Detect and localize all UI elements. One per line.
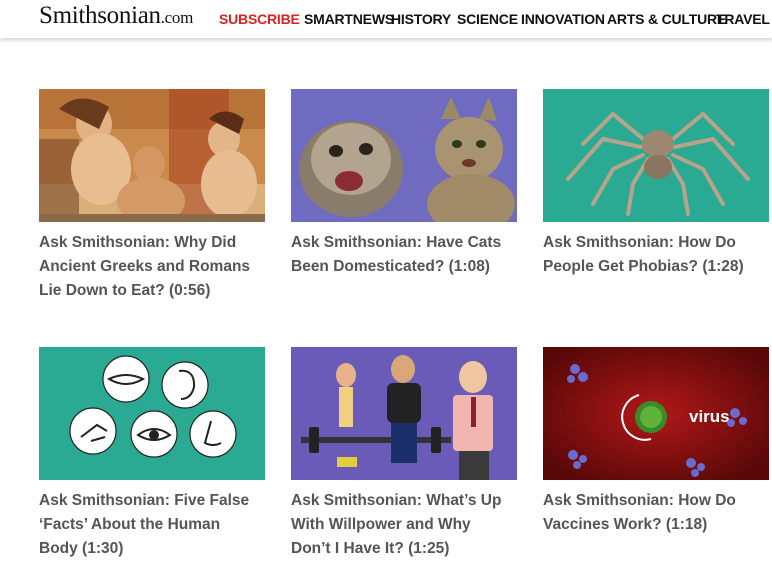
video-title[interactable]: Ask Smithsonian: Have Cats Been Domestic… (291, 231, 521, 279)
video-title[interactable]: Ask Smithsonian: How Do Vaccines Work? (… (543, 489, 772, 537)
nav-science[interactable]: SCIENCE (457, 11, 518, 27)
video-title[interactable]: Ask Smithsonian: Five False ‘Facts’ Abou… (39, 489, 269, 561)
nav-innovation[interactable]: INNOVATION (521, 11, 605, 27)
nav-smartnews[interactable]: SMARTNEWS (304, 11, 394, 27)
nose-icon (189, 410, 237, 458)
ear-icon (161, 361, 209, 409)
video-thumbnail[interactable] (291, 89, 517, 222)
nav-arts-culture[interactable]: ARTS & CULTURE (607, 11, 726, 27)
video-thumbnail[interactable] (291, 347, 517, 480)
nav-subscribe[interactable]: SUBSCRIBE (219, 11, 300, 27)
video-thumbnail[interactable]: virus (543, 347, 769, 480)
video-thumbnail[interactable] (39, 89, 265, 222)
nav-travel[interactable]: TRAVEL (716, 11, 770, 27)
site-header: Smithsonian.com SUBSCRIBE SMARTNEWS HIST… (0, 0, 772, 38)
video-thumbnail[interactable] (39, 347, 265, 480)
virus-label: virus (689, 407, 730, 426)
video-thumbnail[interactable] (543, 89, 769, 222)
hand-icon (69, 407, 117, 455)
site-logo[interactable]: Smithsonian.com (39, 2, 193, 30)
video-title[interactable]: Ask Smithsonian: What’s Up With Willpowe… (291, 489, 521, 561)
nav-history[interactable]: HISTORY (391, 11, 451, 27)
video-title[interactable]: Ask Smithsonian: Why Did Ancient Greeks … (39, 231, 269, 303)
video-title[interactable]: Ask Smithsonian: How Do People Get Phobi… (543, 231, 772, 279)
